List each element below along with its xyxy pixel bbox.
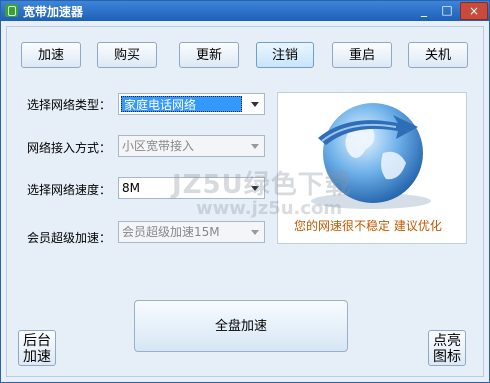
light-tray-icon-line2: 图标 bbox=[433, 349, 461, 365]
status-message: 您的网速很不稳定 建议优化 bbox=[294, 219, 442, 233]
title-bar[interactable]: 宽带加速器 _ □ × bbox=[1, 1, 489, 21]
member-select: 会员超级加速15M bbox=[118, 221, 265, 243]
update-button[interactable]: 更新 bbox=[179, 42, 239, 68]
watermark-text: JZ5U绿色下载 bbox=[172, 170, 352, 200]
network-type-label: 选择网络类型： bbox=[27, 98, 112, 112]
light-tray-icon-line1: 点亮 bbox=[433, 333, 461, 349]
member-label: 会员超级加速： bbox=[27, 231, 112, 245]
light-tray-icon-button[interactable]: 点亮 图标 bbox=[428, 330, 466, 366]
accelerate-button[interactable]: 加速 bbox=[21, 42, 81, 68]
access-mode-label: 网络接入方式： bbox=[27, 141, 112, 155]
speed-value: 8M bbox=[122, 181, 140, 195]
maximize-button[interactable]: □ bbox=[437, 2, 457, 19]
background-accelerate-button[interactable]: 后台 加速 bbox=[18, 330, 56, 366]
chevron-down-icon bbox=[246, 136, 264, 156]
member-value: 会员超级加速15M bbox=[122, 225, 220, 239]
window-title: 宽带加速器 bbox=[23, 5, 84, 19]
speed-label: 选择网络速度： bbox=[27, 183, 112, 197]
close-button[interactable]: × bbox=[460, 2, 488, 20]
chevron-down-icon[interactable] bbox=[246, 94, 264, 114]
buy-button[interactable]: 购买 bbox=[97, 42, 157, 68]
access-mode-value: 小区宽带接入 bbox=[122, 139, 195, 153]
restart-button[interactable]: 重启 bbox=[332, 42, 392, 68]
app-icon bbox=[5, 4, 18, 17]
network-type-select[interactable]: 家庭电话网络 bbox=[118, 93, 265, 115]
logout-button[interactable]: 注销 bbox=[256, 42, 314, 68]
shutdown-button[interactable]: 关机 bbox=[408, 42, 468, 68]
background-accelerate-line2: 加速 bbox=[23, 349, 51, 365]
full-accelerate-button[interactable]: 全盘加速 bbox=[134, 300, 348, 352]
minimize-button[interactable]: _ bbox=[414, 2, 434, 19]
access-mode-select: 小区宽带接入 bbox=[118, 135, 265, 157]
network-type-value: 家庭电话网络 bbox=[121, 96, 242, 112]
watermark-url: www.jz5u.com bbox=[196, 198, 343, 219]
chevron-down-icon bbox=[246, 222, 264, 242]
background-accelerate-line1: 后台 bbox=[23, 333, 51, 349]
